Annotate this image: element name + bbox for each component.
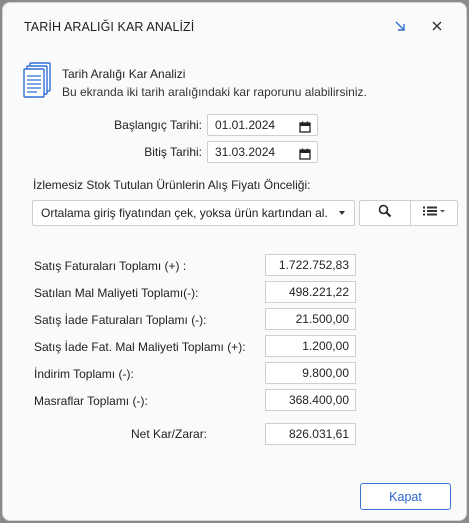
document-stack-icon: [22, 62, 52, 102]
net-profit-value: 826.031,61: [265, 423, 356, 445]
row-label: İndirim Toplamı (-):: [34, 367, 134, 381]
row-label: Satılan Mal Maliyeti Toplamı(-):: [34, 286, 199, 300]
row-label: Satış İade Fat. Mal Maliyeti Toplamı (+)…: [34, 340, 246, 354]
row-value: 1.200,00: [265, 335, 356, 357]
purchase-price-selected: Ortalama giriş fiyatından çek, yoksa ürü…: [41, 206, 328, 220]
calendar-icon[interactable]: [299, 119, 311, 139]
purchase-price-select[interactable]: Ortalama giriş fiyatından çek, yoksa ürü…: [32, 200, 355, 226]
start-date-label: Başlangıç Tarihi:: [114, 118, 202, 132]
close-button[interactable]: Kapat: [360, 483, 451, 510]
end-date-input[interactable]: 31.03.2024: [207, 141, 318, 163]
close-icon[interactable]: [427, 16, 447, 36]
search-button[interactable]: [359, 200, 411, 226]
start-date-input[interactable]: 01.01.2024: [207, 114, 318, 136]
row-label: Satış Faturaları Toplamı (+) :: [34, 259, 187, 273]
row-value: 498.221,22: [265, 281, 356, 303]
search-icon: [378, 204, 392, 223]
end-date-label: Bitiş Tarihi:: [144, 145, 202, 159]
row-value: 368.400,00: [265, 389, 356, 411]
calendar-icon[interactable]: [299, 146, 311, 166]
shrink-arrow-icon[interactable]: [390, 16, 410, 36]
chevron-down-icon: [339, 211, 345, 215]
start-date-value: 01.01.2024: [215, 118, 276, 132]
net-profit-label: Net Kar/Zarar:: [131, 427, 208, 441]
dialog: TARİH ARALIĞI KAR ANALİZİ Tarih Aralığı …: [2, 2, 467, 521]
list-menu-button[interactable]: [410, 200, 458, 226]
row-label: Satış İade Faturaları Toplamı (-):: [34, 313, 207, 327]
row-label: Masraflar Toplamı (-):: [34, 394, 148, 408]
title-bar: TARİH ARALIĞI KAR ANALİZİ: [3, 3, 466, 47]
list-menu-icon: [422, 204, 446, 222]
purchase-price-label: İzlemesiz Stok Tutulan Ürünlerin Alış Fi…: [33, 178, 311, 192]
info-title: Tarih Aralığı Kar Analizi: [62, 67, 186, 81]
info-subtitle: Bu ekranda iki tarih aralığındaki kar ra…: [62, 85, 367, 99]
row-value: 9.800,00: [265, 362, 356, 384]
row-value: 21.500,00: [265, 308, 356, 330]
end-date-value: 31.03.2024: [215, 145, 276, 159]
row-value: 1.722.752,83: [265, 254, 356, 276]
window-title: TARİH ARALIĞI KAR ANALİZİ: [24, 20, 195, 34]
